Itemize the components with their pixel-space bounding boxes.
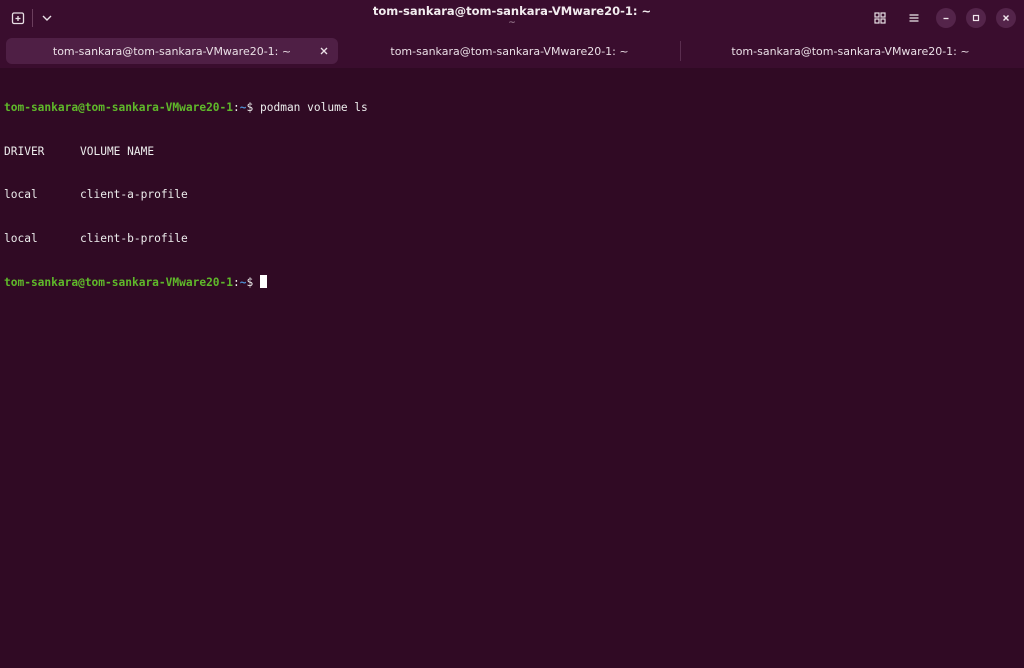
terminal-view[interactable]: tom-sankara@tom-sankara-VMware20-1:~$ po… bbox=[0, 68, 1024, 668]
tab-3[interactable]: tom-sankara@tom-sankara-VMware20-1: ~ bbox=[683, 38, 1018, 64]
chevron-down-icon bbox=[42, 15, 52, 21]
prompt-user-host: tom-sankara@tom-sankara-VMware20-1 bbox=[4, 276, 234, 289]
tab-menu-button[interactable] bbox=[35, 6, 59, 30]
new-tab-icon bbox=[11, 12, 25, 25]
header-left-controls bbox=[6, 6, 59, 30]
grid-icon bbox=[874, 12, 886, 24]
table-header-row: DRIVER VOLUME NAME bbox=[4, 145, 368, 160]
table-row: local client-a-profile bbox=[4, 188, 368, 203]
tab-2[interactable]: tom-sankara@tom-sankara-VMware20-1: ~ bbox=[342, 38, 677, 64]
prompt-path: ~ bbox=[239, 276, 247, 289]
terminal-line-prompt: tom-sankara@tom-sankara-VMware20-1:~$ bbox=[4, 275, 368, 290]
tab-label: tom-sankara@tom-sankara-VMware20-1: ~ bbox=[390, 44, 629, 58]
terminal-window: tom-sankara@tom-sankara-VMware20-1: ~ ~ bbox=[0, 0, 1024, 668]
text-cursor bbox=[260, 275, 267, 288]
prompt-path: ~ bbox=[239, 101, 247, 114]
hamburger-icon bbox=[909, 14, 919, 22]
terminal-line-command: tom-sankara@tom-sankara-VMware20-1:~$ po… bbox=[4, 101, 368, 116]
close-button[interactable] bbox=[996, 8, 1016, 28]
new-tab-button[interactable] bbox=[6, 6, 30, 30]
minimize-icon bbox=[943, 17, 949, 20]
tab-separator bbox=[680, 41, 681, 61]
cell-driver: local bbox=[4, 231, 38, 245]
terminal-output: tom-sankara@tom-sankara-VMware20-1:~$ po… bbox=[4, 72, 368, 319]
maximize-icon bbox=[972, 14, 980, 22]
prompt-colon: : bbox=[233, 101, 240, 114]
tab-1[interactable]: tom-sankara@tom-sankara-VMware20-1: ~ bbox=[6, 38, 338, 64]
cell-volume-name: client-a-profile bbox=[80, 188, 188, 201]
header-driver: DRIVER bbox=[4, 144, 45, 158]
header-volume-name: VOLUME NAME bbox=[80, 144, 155, 158]
table-row: local client-b-profile bbox=[4, 232, 368, 247]
header-separator bbox=[32, 9, 33, 27]
minimize-button[interactable] bbox=[936, 8, 956, 28]
main-menu-button[interactable] bbox=[902, 6, 926, 30]
tab-close-button[interactable] bbox=[316, 43, 332, 59]
tab-overview-button[interactable] bbox=[868, 6, 892, 30]
tab-label: tom-sankara@tom-sankara-VMware20-1: ~ bbox=[731, 44, 970, 58]
prompt-symbol: $ bbox=[246, 276, 260, 289]
tab-label: tom-sankara@tom-sankara-VMware20-1: ~ bbox=[52, 44, 292, 58]
command-text: podman volume ls bbox=[260, 101, 368, 114]
cell-volume-name: client-b-profile bbox=[80, 231, 188, 245]
close-icon bbox=[320, 47, 328, 55]
header-bar: tom-sankara@tom-sankara-VMware20-1: ~ ~ bbox=[0, 0, 1024, 36]
maximize-button[interactable] bbox=[966, 8, 986, 28]
cell-driver: local bbox=[4, 188, 38, 201]
tab-bar: tom-sankara@tom-sankara-VMware20-1: ~ to… bbox=[0, 36, 1024, 68]
prompt-symbol: $ bbox=[246, 101, 260, 114]
header-right-controls bbox=[868, 6, 1016, 30]
prompt-user-host: tom-sankara@tom-sankara-VMware20-1 bbox=[4, 101, 234, 114]
prompt-colon: : bbox=[233, 276, 240, 289]
close-icon bbox=[1003, 15, 1009, 21]
